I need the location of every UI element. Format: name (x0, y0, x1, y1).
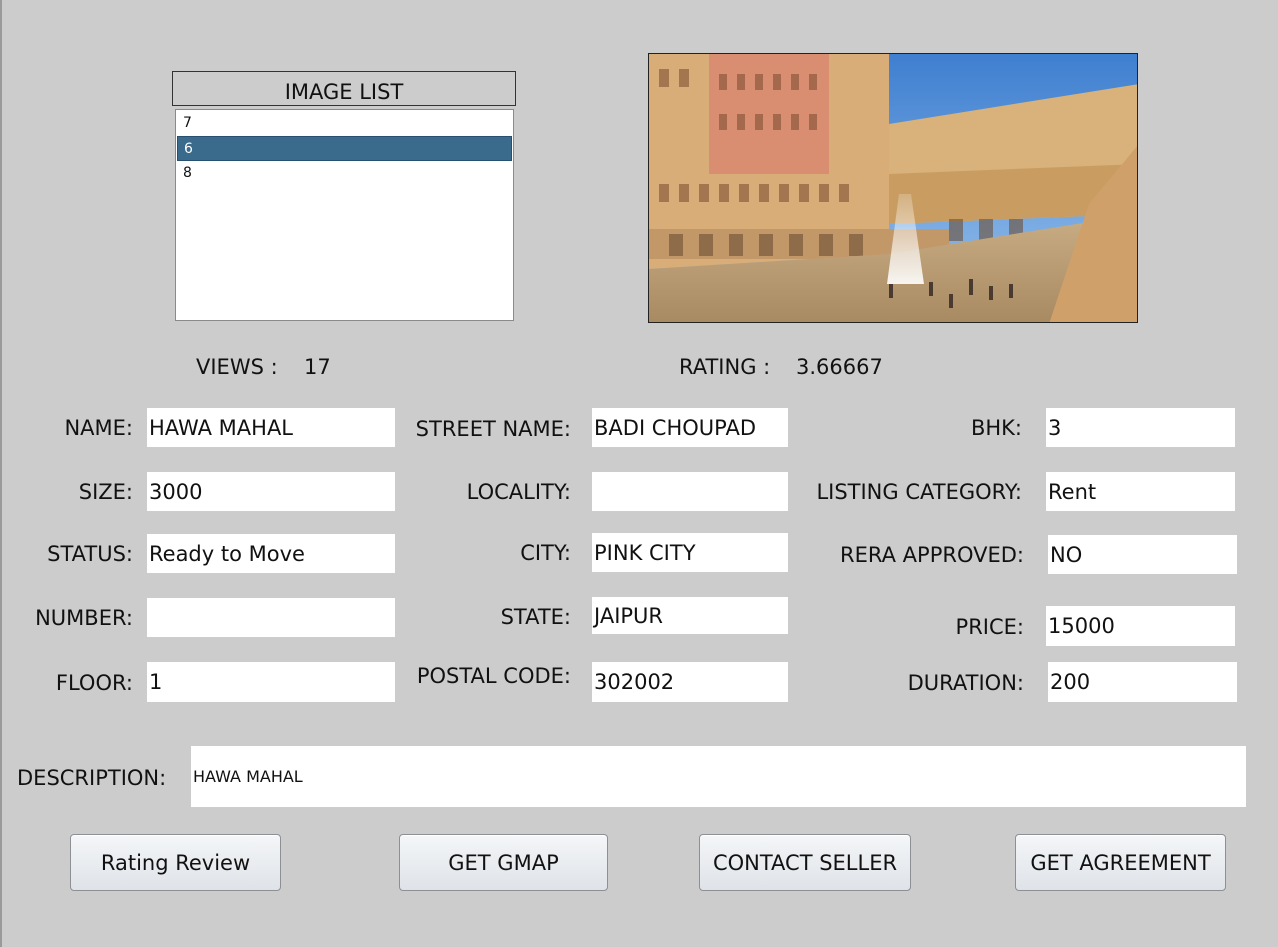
rera-approved-label: RERA APPROVED: (840, 543, 1024, 567)
listing-category-label: LISTING CATEGORY: (816, 480, 1022, 504)
status-label: STATUS: (47, 542, 133, 566)
locality-field[interactable] (592, 472, 788, 511)
image-list-header: IMAGE LIST (172, 71, 516, 106)
window-border (0, 0, 2, 947)
rating-review-button[interactable]: Rating Review (70, 834, 281, 891)
bhk-label: BHK: (970, 416, 1022, 440)
postal-code-label: POSTAL CODE: (416, 664, 571, 688)
name-label: NAME: (64, 416, 133, 440)
contact-seller-button[interactable]: CONTACT SELLER (699, 834, 911, 891)
description-label: DESCRIPTION: (17, 766, 167, 790)
state-field[interactable]: JAIPUR (592, 597, 788, 634)
number-label: NUMBER: (35, 606, 133, 630)
city-label: CITY: (520, 541, 571, 565)
image-list-item-8[interactable]: 8 (177, 161, 512, 186)
listing-category-field[interactable]: Rent (1046, 472, 1235, 511)
state-label: STATE: (500, 605, 571, 629)
status-field[interactable]: Ready to Move (147, 534, 395, 573)
locality-label: LOCALITY: (466, 480, 571, 504)
duration-field[interactable]: 200 (1048, 662, 1237, 702)
views-value: 17 (304, 355, 331, 379)
image-list-item-7[interactable]: 7 (177, 111, 512, 136)
views-label: VIEWS : (196, 355, 278, 379)
size-field[interactable]: 3000 (147, 472, 395, 511)
city-field[interactable]: PINK CITY (592, 533, 788, 572)
number-field[interactable] (147, 598, 395, 637)
price-label: PRICE: (955, 615, 1024, 639)
floor-field[interactable]: 1 (147, 662, 395, 702)
rating-value: 3.66667 (796, 355, 883, 379)
rating-label: RATING : (679, 355, 771, 379)
description-field[interactable]: HAWA MAHAL (191, 746, 1246, 807)
get-gmap-button[interactable]: GET GMAP (399, 834, 608, 891)
property-photo (648, 53, 1138, 323)
get-agreement-button[interactable]: GET AGREEMENT (1015, 834, 1226, 891)
bhk-field[interactable]: 3 (1046, 408, 1235, 447)
duration-label: DURATION: (907, 671, 1024, 695)
name-field[interactable]: HAWA MAHAL (147, 408, 395, 447)
image-list-item-6-selected[interactable]: 6 (177, 136, 512, 161)
postal-code-field[interactable]: 302002 (592, 662, 788, 702)
street-name-label: STREET NAME: (415, 417, 571, 441)
size-label: SIZE: (78, 480, 133, 504)
rera-approved-field[interactable]: NO (1048, 535, 1237, 574)
image-list[interactable]: 7 6 8 (175, 109, 514, 321)
floor-label: FLOOR: (55, 671, 133, 695)
street-name-field[interactable]: BADI CHOUPAD (592, 408, 788, 447)
price-field[interactable]: 15000 (1046, 606, 1235, 646)
